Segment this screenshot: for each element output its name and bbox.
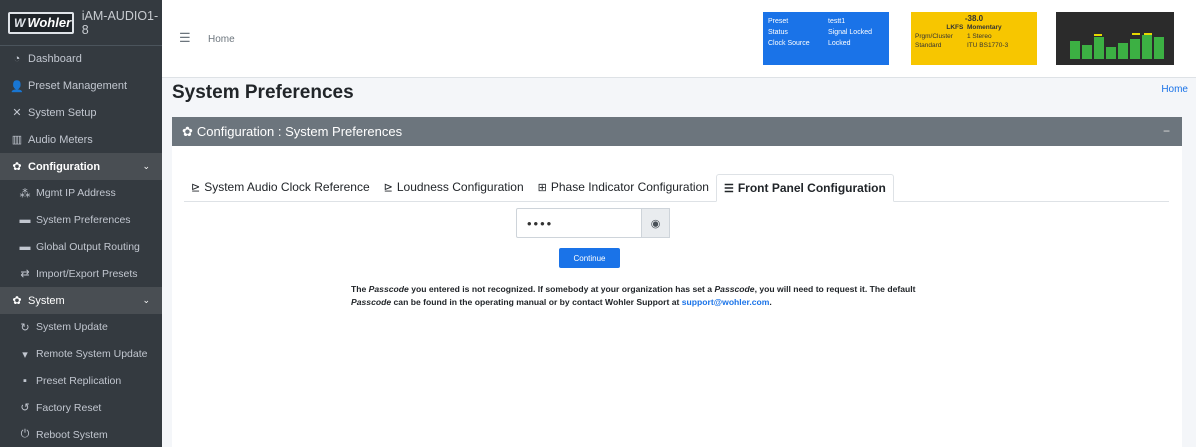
tab-system-audio-clock-reference[interactable]: ⊵ System Audio Clock Reference [184,173,377,201]
sidebar-item-factory-reset[interactable]: ↺ Factory Reset [0,394,162,421]
sidebar-item-system-preferences[interactable]: ▬ System Preferences [0,207,162,234]
sidebar-item-mgmt-ip-address[interactable]: ⁂ Mgmt IP Address [0,180,162,207]
tab-loudness-configuration[interactable]: ⊵ Loudness Configuration [377,173,531,201]
passcode-group: ◉ [516,208,670,238]
sidebar-item-reboot-system[interactable]: ⏻ Reboot System [0,421,162,447]
passcode-input[interactable] [516,208,642,238]
audio-meter-preview[interactable] [1056,12,1174,65]
wohler-logo: W Wohler [8,11,74,34]
loudness-value: -38.0 [964,14,984,23]
sync-icon: ↻ [20,321,30,334]
tools-icon: ✕ [12,107,22,120]
sidebar-item-system-setup[interactable]: ✕ System Setup [0,100,162,127]
brand[interactable]: W Wohler iAM-AUDIO1-8 [0,0,162,46]
topbar: ☰ Home Preset testt1 Status Signal Locked … [162,0,1196,78]
clone-icon: ▪ [23,374,27,387]
passcode-error-message: The Passcode you entered is not recogniz… [351,284,916,307]
chevron-down-icon: ⌄ [142,161,150,172]
list-icon: ☰ [723,182,734,195]
card-title: Configuration : System Preferences [196,124,403,139]
card-header: ✿ Configuration : System Preferences − [172,117,1182,146]
power-icon: ⏻ [20,428,30,441]
sidebar-item-preset-management[interactable]: 👤 Preset Management [0,73,162,100]
tab-phase-indicator-configuration[interactable]: ⊞ Phase Indicator Configuration [531,173,716,201]
breadcrumb-home[interactable]: Home [1161,84,1188,95]
keyboard-icon: ▬ [19,240,31,253]
cogs-icon: ✿ [12,295,22,308]
chart-icon: ⊵ [191,181,201,194]
support-email-link[interactable]: support@wohler.com [682,297,770,307]
chart-icon: ⊵ [383,181,393,194]
eye-icon[interactable]: ◉ [642,208,670,238]
keyboard-icon: ▬ [19,214,31,227]
continue-button[interactable]: Continue [559,248,620,268]
sidebar: W Wohler iAM-AUDIO1-8 ◔ Dashboard 👤 Preset … [0,0,162,447]
topbar-home-link[interactable]: Home [208,34,235,45]
preset-status-box: Preset testt1 Status Signal Locked Clock S… [763,12,889,65]
network-icon: ⁂ [19,187,31,200]
gear-icon: ✿ [182,123,193,139]
config-tabs: ⊵ System Audio Clock Reference ⊵ Loudness … [184,174,1169,202]
dashboard-icon: ◔ [13,53,21,66]
collapse-button[interactable]: − [1163,124,1170,138]
undo-icon: ↺ [20,402,30,415]
menu-toggle-icon[interactable]: ☰ [179,30,191,46]
configuration-card: ✿ Configuration : System Preferences − ⊵… [172,117,1182,447]
grid-icon: ⊞ [537,181,547,194]
sidebar-item-remote-system-update[interactable]: ▾ Remote System Update [0,341,162,368]
chevron-down-icon: ⌄ [142,295,150,306]
chart-icon: ▥ [11,134,23,147]
tab-front-panel-configuration[interactable]: ☰ Front Panel Configuration [715,174,894,202]
sidebar-item-global-output-routing[interactable]: ▬ Global Output Routing [0,234,162,261]
satellite-icon: ▾ [22,348,28,361]
device-name: iAM-AUDIO1-8 [81,8,159,37]
loudness-status-box: -38.0 LKFS Momentary Prgm/Cluster 1 Stere… [911,12,1037,65]
sidebar-item-dashboard[interactable]: ◔ Dashboard [0,46,162,73]
sidebar-item-audio-meters[interactable]: ▥ Audio Meters [0,126,162,153]
exchange-icon: ⇄ [20,268,30,281]
gear-icon: ✿ [12,161,22,174]
sidebar-item-import-export-presets[interactable]: ⇄ Import/Export Presets [0,260,162,287]
page-title: System Preferences [172,82,354,103]
sidebar-item-preset-replication[interactable]: ▪ Preset Replication [0,368,162,395]
sidebar-item-configuration[interactable]: ✿ Configuration ⌄ [0,153,162,180]
sidebar-item-system[interactable]: ✿ System ⌄ [0,287,162,314]
users-cog-icon: 👤 [10,80,24,93]
sidebar-item-system-update[interactable]: ↻ System Update [0,314,162,341]
